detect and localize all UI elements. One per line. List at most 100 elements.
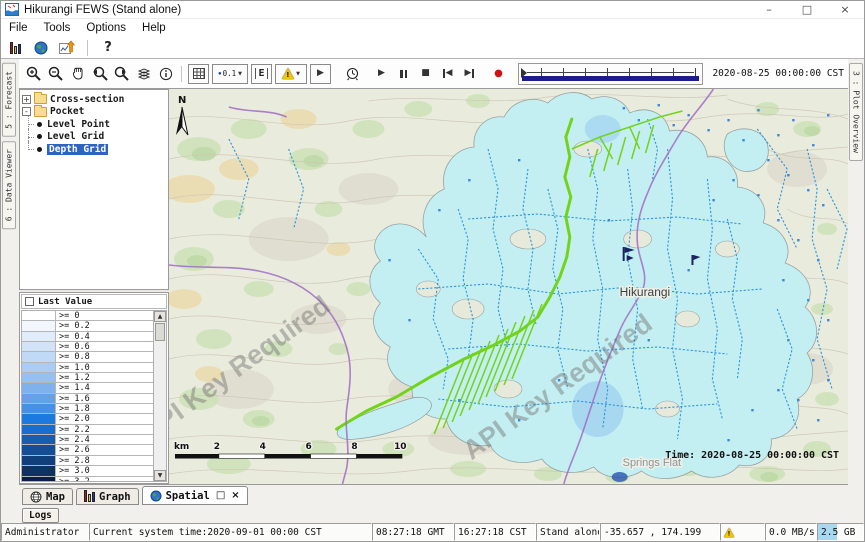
tree-item-label: Level Grid <box>47 131 104 142</box>
map-time-label: Time: 2020-08-25 00:00:00 CST <box>665 449 839 461</box>
legend-row: >= 3.2 <box>22 477 153 482</box>
play-button[interactable]: ▶ <box>371 62 392 86</box>
tree-item-label: Cross-section <box>50 94 124 105</box>
legend-swatch <box>22 363 56 372</box>
app-icon <box>5 3 19 16</box>
tree-item-depth-grid[interactable]: Depth Grid <box>22 143 166 156</box>
threshold-value: 0.1 <box>223 69 237 78</box>
tree-item-level-point[interactable]: Level Point <box>22 118 166 131</box>
grid-toggle-button[interactable] <box>188 64 209 84</box>
right-tab-strip: 3 : Plot Overview <box>848 59 864 523</box>
animation-button[interactable]: ▶ <box>310 64 331 84</box>
close-button[interactable]: × <box>826 1 864 18</box>
tab-spatial[interactable]: Spatial □ × <box>142 486 248 505</box>
data-display-button[interactable] <box>5 39 25 57</box>
svg-text:6: 6 <box>305 442 311 452</box>
tab-maximize-icon[interactable]: □ <box>216 490 225 501</box>
play-icon: ▶ <box>378 69 385 78</box>
zoom-in-button[interactable] <box>23 62 44 86</box>
left-tab-strip: 5 : Forecast 6 : Data Viewer <box>1 59 19 523</box>
tab-forecast[interactable]: 5 : Forecast <box>2 63 16 137</box>
legend-swatch <box>22 383 56 392</box>
status-memory[interactable]: 2.5 GB <box>817 523 864 541</box>
tab-graph[interactable]: Graph <box>76 488 139 505</box>
tree-item-label: Level Point <box>47 119 110 130</box>
zoom-out-icon <box>48 66 64 82</box>
warning-dropdown[interactable]: ! ▼ <box>275 64 307 84</box>
tab-map[interactable]: Map <box>22 488 73 505</box>
time-span-bar[interactable] <box>522 76 699 81</box>
bullet-icon <box>37 122 42 127</box>
map-canvas[interactable]: API Key Required API Key Required Hikura… <box>169 89 848 484</box>
last-value-checkbox[interactable] <box>25 297 34 306</box>
info-button[interactable] <box>155 62 176 86</box>
menu-bar: File Tools Options Help <box>1 19 864 37</box>
legend-swatch <box>22 342 56 351</box>
layers-button[interactable] <box>133 62 154 86</box>
maximize-button[interactable]: □ <box>788 1 826 18</box>
tree-item-cross-section[interactable]: + Cross-section <box>22 93 166 106</box>
collapse-icon[interactable]: - <box>22 107 31 116</box>
zoom-out-button[interactable] <box>45 62 66 86</box>
tree-item-label-selected: Depth Grid <box>47 144 108 155</box>
expand-icon[interactable]: + <box>22 95 31 104</box>
legend-rows: >= 0 >= 0.2 >= 0.4 >= 0.6 >= 0.8 >= 1.0 … <box>22 311 153 481</box>
window-title: Hikurangi FEWS (Stand alone) <box>24 4 181 16</box>
scroll-down-icon[interactable]: ▼ <box>154 470 166 481</box>
menu-file[interactable]: File <box>1 22 36 34</box>
tab-close-icon[interactable]: × <box>231 490 239 501</box>
tab-map-label: Map <box>46 491 65 503</box>
pan-hand-icon <box>70 66 85 81</box>
skip-to-end-button[interactable]: ▶ <box>459 62 480 86</box>
status-bar: Administrator Current system time:2020-0… <box>1 523 864 541</box>
time-slider[interactable] <box>518 63 703 85</box>
timer-button[interactable] <box>342 62 363 86</box>
menu-tools[interactable]: Tools <box>36 22 79 34</box>
scroll-up-icon[interactable]: ▲ <box>154 311 166 322</box>
application-window: Hikurangi FEWS (Stand alone) – □ × File … <box>0 0 865 542</box>
legend-swatch <box>22 456 56 465</box>
zoom-next-button[interactable] <box>111 62 132 86</box>
threshold-dropdown[interactable]: ● 0.1 ▼ <box>212 64 248 84</box>
zoom-previous-button[interactable] <box>89 62 110 86</box>
bottom-tab-bar: Map Graph Spatial □ × <box>19 484 848 505</box>
legend-swatch <box>22 445 56 454</box>
help-button[interactable]: ? <box>98 39 118 57</box>
main-toolbar: ? <box>1 37 864 59</box>
svg-text:km: km <box>174 442 189 452</box>
status-mode: Stand alone <box>536 523 600 541</box>
legend-scrollbar[interactable]: ▲ ▼ <box>153 311 166 481</box>
animation-icon: ▶ <box>317 69 324 78</box>
timer-icon <box>345 66 360 81</box>
legend-panel: Last Value >= 0 >= 0.2 >= 0.4 >= 0.6 >= … <box>19 292 169 484</box>
spatial-display-button[interactable] <box>57 39 77 57</box>
tree-item-level-grid[interactable]: Level Grid <box>22 131 166 144</box>
status-coordinates: -35.657 , 174.199 <box>600 523 720 541</box>
contour-button[interactable]: E <box>251 64 272 84</box>
logs-button[interactable]: Logs <box>22 508 59 523</box>
legend-table: >= 0 >= 0.2 >= 0.4 >= 0.6 >= 0.8 >= 1.0 … <box>21 310 167 482</box>
bullet-icon <box>37 147 42 152</box>
menu-help[interactable]: Help <box>134 22 174 34</box>
status-warning[interactable]: ! <box>720 523 765 541</box>
folder-icon <box>34 107 47 117</box>
pause-icon <box>400 70 407 78</box>
tree-item-pocket[interactable]: - Pocket <box>22 106 166 119</box>
skip-to-start-button[interactable]: ◀ <box>437 62 458 86</box>
stop-button[interactable]: ■ <box>415 62 436 86</box>
legend-row: >= 0.8 <box>22 352 153 362</box>
record-button[interactable]: ● <box>488 62 509 86</box>
tab-plot-overview[interactable]: 3 : Plot Overview <box>849 63 863 161</box>
current-time-label: 2020-08-25 00:00:00 CST <box>712 68 844 79</box>
legend-swatch <box>22 332 56 341</box>
svg-text:8: 8 <box>351 442 357 452</box>
tree-item-label: Pocket <box>50 106 84 117</box>
tab-data-viewer[interactable]: 6 : Data Viewer <box>2 141 16 229</box>
map-display-button[interactable] <box>31 39 51 57</box>
logs-row: Logs <box>19 505 864 525</box>
minimize-button[interactable]: – <box>750 1 788 18</box>
pan-button[interactable] <box>67 62 88 86</box>
scroll-thumb[interactable] <box>155 323 165 341</box>
pause-button[interactable] <box>393 62 414 86</box>
menu-options[interactable]: Options <box>78 22 134 34</box>
